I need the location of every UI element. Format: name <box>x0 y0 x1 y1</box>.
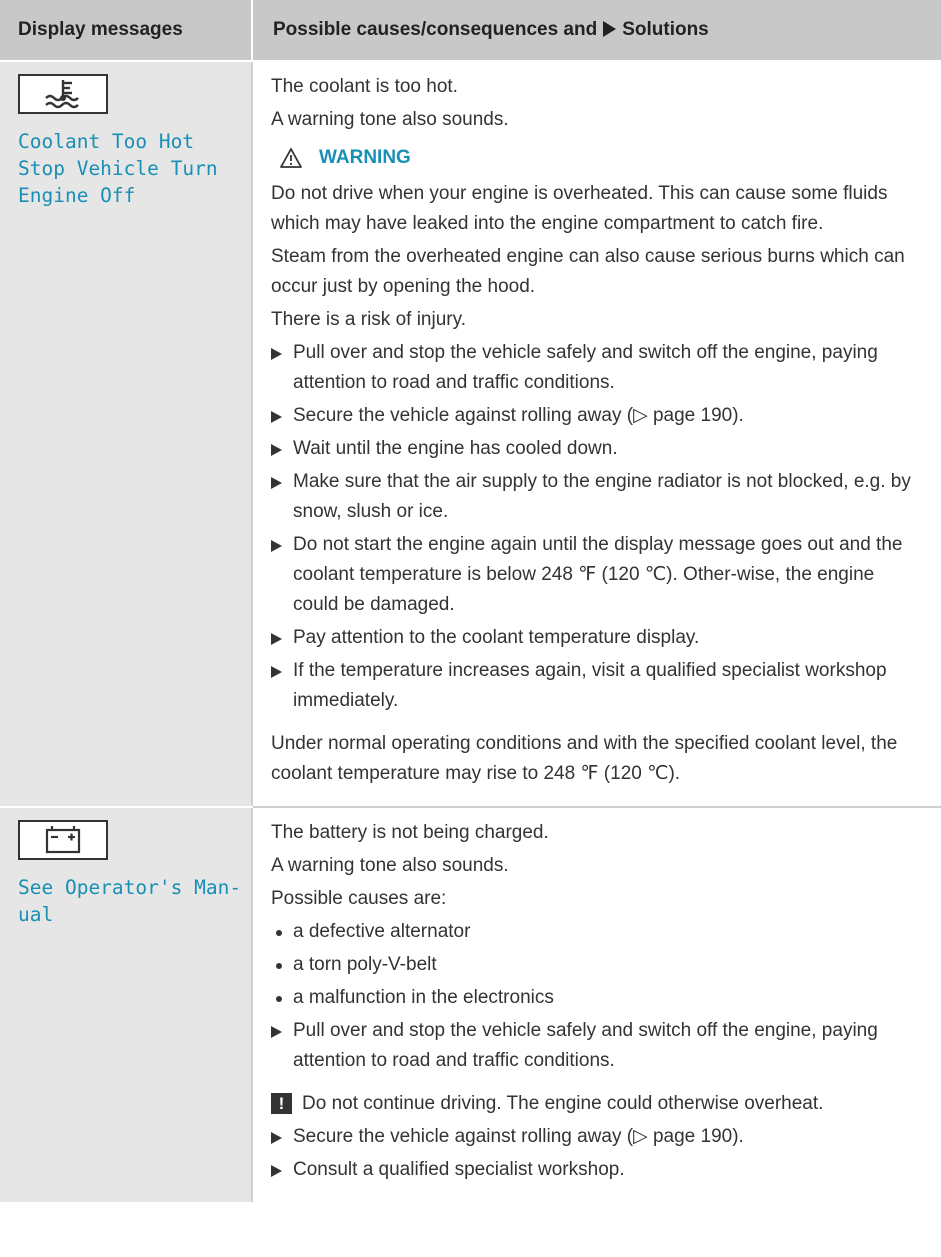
step-item: Wait until the engine has cooled down. <box>271 434 923 464</box>
step-item: Do not start the engine again until the … <box>271 530 923 620</box>
step-text: Pull over and stop the vehicle safely an… <box>293 1020 878 1071</box>
message-line: ual <box>18 903 54 926</box>
display-message-cell: Coolant Too Hot Stop Vehicle Turn Engine… <box>0 61 252 808</box>
step-text: Secure the vehicle against rolling away … <box>293 1126 744 1147</box>
step-arrow-icon <box>271 540 282 552</box>
display-messages-table: Display messages Possible causes/consequ… <box>0 0 941 1202</box>
step-text: Secure the vehicle against rolling away … <box>293 405 744 426</box>
triangle-right-icon <box>603 21 617 37</box>
battery-icon <box>18 820 108 860</box>
intro-text: A warning tone also sounds. <box>271 109 509 130</box>
step-arrow-icon <box>271 348 282 360</box>
step-item: Secure the vehicle against rolling away … <box>271 1122 923 1152</box>
cause-text: a malfunction in the electronics <box>293 987 554 1008</box>
step-arrow-icon <box>271 477 282 489</box>
bullet-dot-icon <box>276 996 282 1002</box>
cause-item: a malfunction in the electronics <box>271 983 923 1013</box>
exclamation-icon: ! <box>271 1093 292 1114</box>
warning-paragraph: Do not drive when your engine is overhea… <box>271 183 888 234</box>
step-arrow-icon <box>271 633 282 645</box>
step-item: Pull over and stop the vehicle safely an… <box>271 338 923 398</box>
message-line: Engine Off <box>18 184 136 207</box>
warning-body: Do not drive when your engine is overhea… <box>271 179 923 335</box>
cause-item: a torn poly-V-belt <box>271 950 923 980</box>
intro-text: Possible causes are: <box>271 888 447 909</box>
warning-paragraph: Steam from the overheated engine can als… <box>271 246 905 297</box>
step-text: Pull over and stop the vehicle safely an… <box>293 342 878 393</box>
cause-item: a defective alternator <box>271 917 923 947</box>
warning-paragraph: There is a risk of injury. <box>271 309 466 330</box>
header-display-messages: Display messages <box>0 0 252 62</box>
intro-text: The battery is not being charged. <box>271 822 549 843</box>
step-arrow-icon <box>271 411 282 423</box>
caution-note: ! Do not continue driving. The engine co… <box>271 1089 923 1119</box>
step-text: Do not start the engine again until the … <box>293 534 903 615</box>
causes-solutions-cell: The coolant is too hot. A warning tone a… <box>251 61 941 808</box>
step-text: Wait until the engine has cooled down. <box>293 438 618 459</box>
step-item: Make sure that the air supply to the eng… <box>271 467 923 527</box>
note-text: Do not continue driving. The engine coul… <box>302 1093 824 1114</box>
step-arrow-icon <box>271 666 282 678</box>
step-arrow-icon <box>271 1165 282 1177</box>
display-message-cell: See Operator's Man- ual <box>0 807 252 1202</box>
causes-solutions-cell: The battery is not being charged. A warn… <box>251 807 941 1202</box>
bullet-dot-icon <box>276 963 282 969</box>
coolant-temperature-icon <box>18 74 108 114</box>
warning-triangle-icon <box>280 148 302 168</box>
coolant-message-text: Coolant Too Hot Stop Vehicle Turn Engine… <box>18 128 243 209</box>
step-item: If the temperature increases again, visi… <box>271 656 923 716</box>
step-arrow-icon <box>271 444 282 456</box>
table-row: Coolant Too Hot Stop Vehicle Turn Engine… <box>0 61 941 808</box>
table-header-row: Display messages Possible causes/consequ… <box>0 0 941 62</box>
intro-text: The coolant is too hot. <box>271 76 458 97</box>
header-causes-label: Possible causes/consequences and <box>273 19 598 40</box>
battery-message-text: See Operator's Man- ual <box>18 874 243 928</box>
step-item: Secure the vehicle against rolling away … <box>271 401 923 431</box>
step-arrow-icon <box>271 1132 282 1144</box>
message-line: Coolant Too Hot <box>18 130 195 153</box>
cause-text: a torn poly-V-belt <box>293 954 437 975</box>
header-causes-solutions: Possible causes/consequences and Solution… <box>251 0 941 62</box>
step-text: Make sure that the air supply to the eng… <box>293 471 911 522</box>
intro-text: A warning tone also sounds. <box>271 855 509 876</box>
table-row: See Operator's Man- ual The battery is n… <box>0 807 941 1202</box>
bullet-dot-icon <box>276 930 282 936</box>
warning-label: WARNING <box>319 147 411 168</box>
cause-text: a defective alternator <box>293 921 471 942</box>
message-line: Stop Vehicle Turn <box>18 157 218 180</box>
step-text: Pay attention to the coolant temperature… <box>293 627 700 648</box>
step-arrow-icon <box>271 1026 282 1038</box>
warning-heading: WARNING <box>279 143 923 173</box>
closing-text: Under normal operating conditions and wi… <box>271 733 898 784</box>
step-item: Pull over and stop the vehicle safely an… <box>271 1016 923 1076</box>
step-text: Consult a qualified specialist workshop. <box>293 1159 625 1180</box>
header-solutions-label: Solutions <box>622 19 709 40</box>
step-item: Consult a qualified specialist workshop. <box>271 1155 923 1185</box>
message-line: See Operator's Man- <box>18 876 242 899</box>
step-text: If the temperature increases again, visi… <box>293 660 887 711</box>
step-item: Pay attention to the coolant temperature… <box>271 623 923 653</box>
